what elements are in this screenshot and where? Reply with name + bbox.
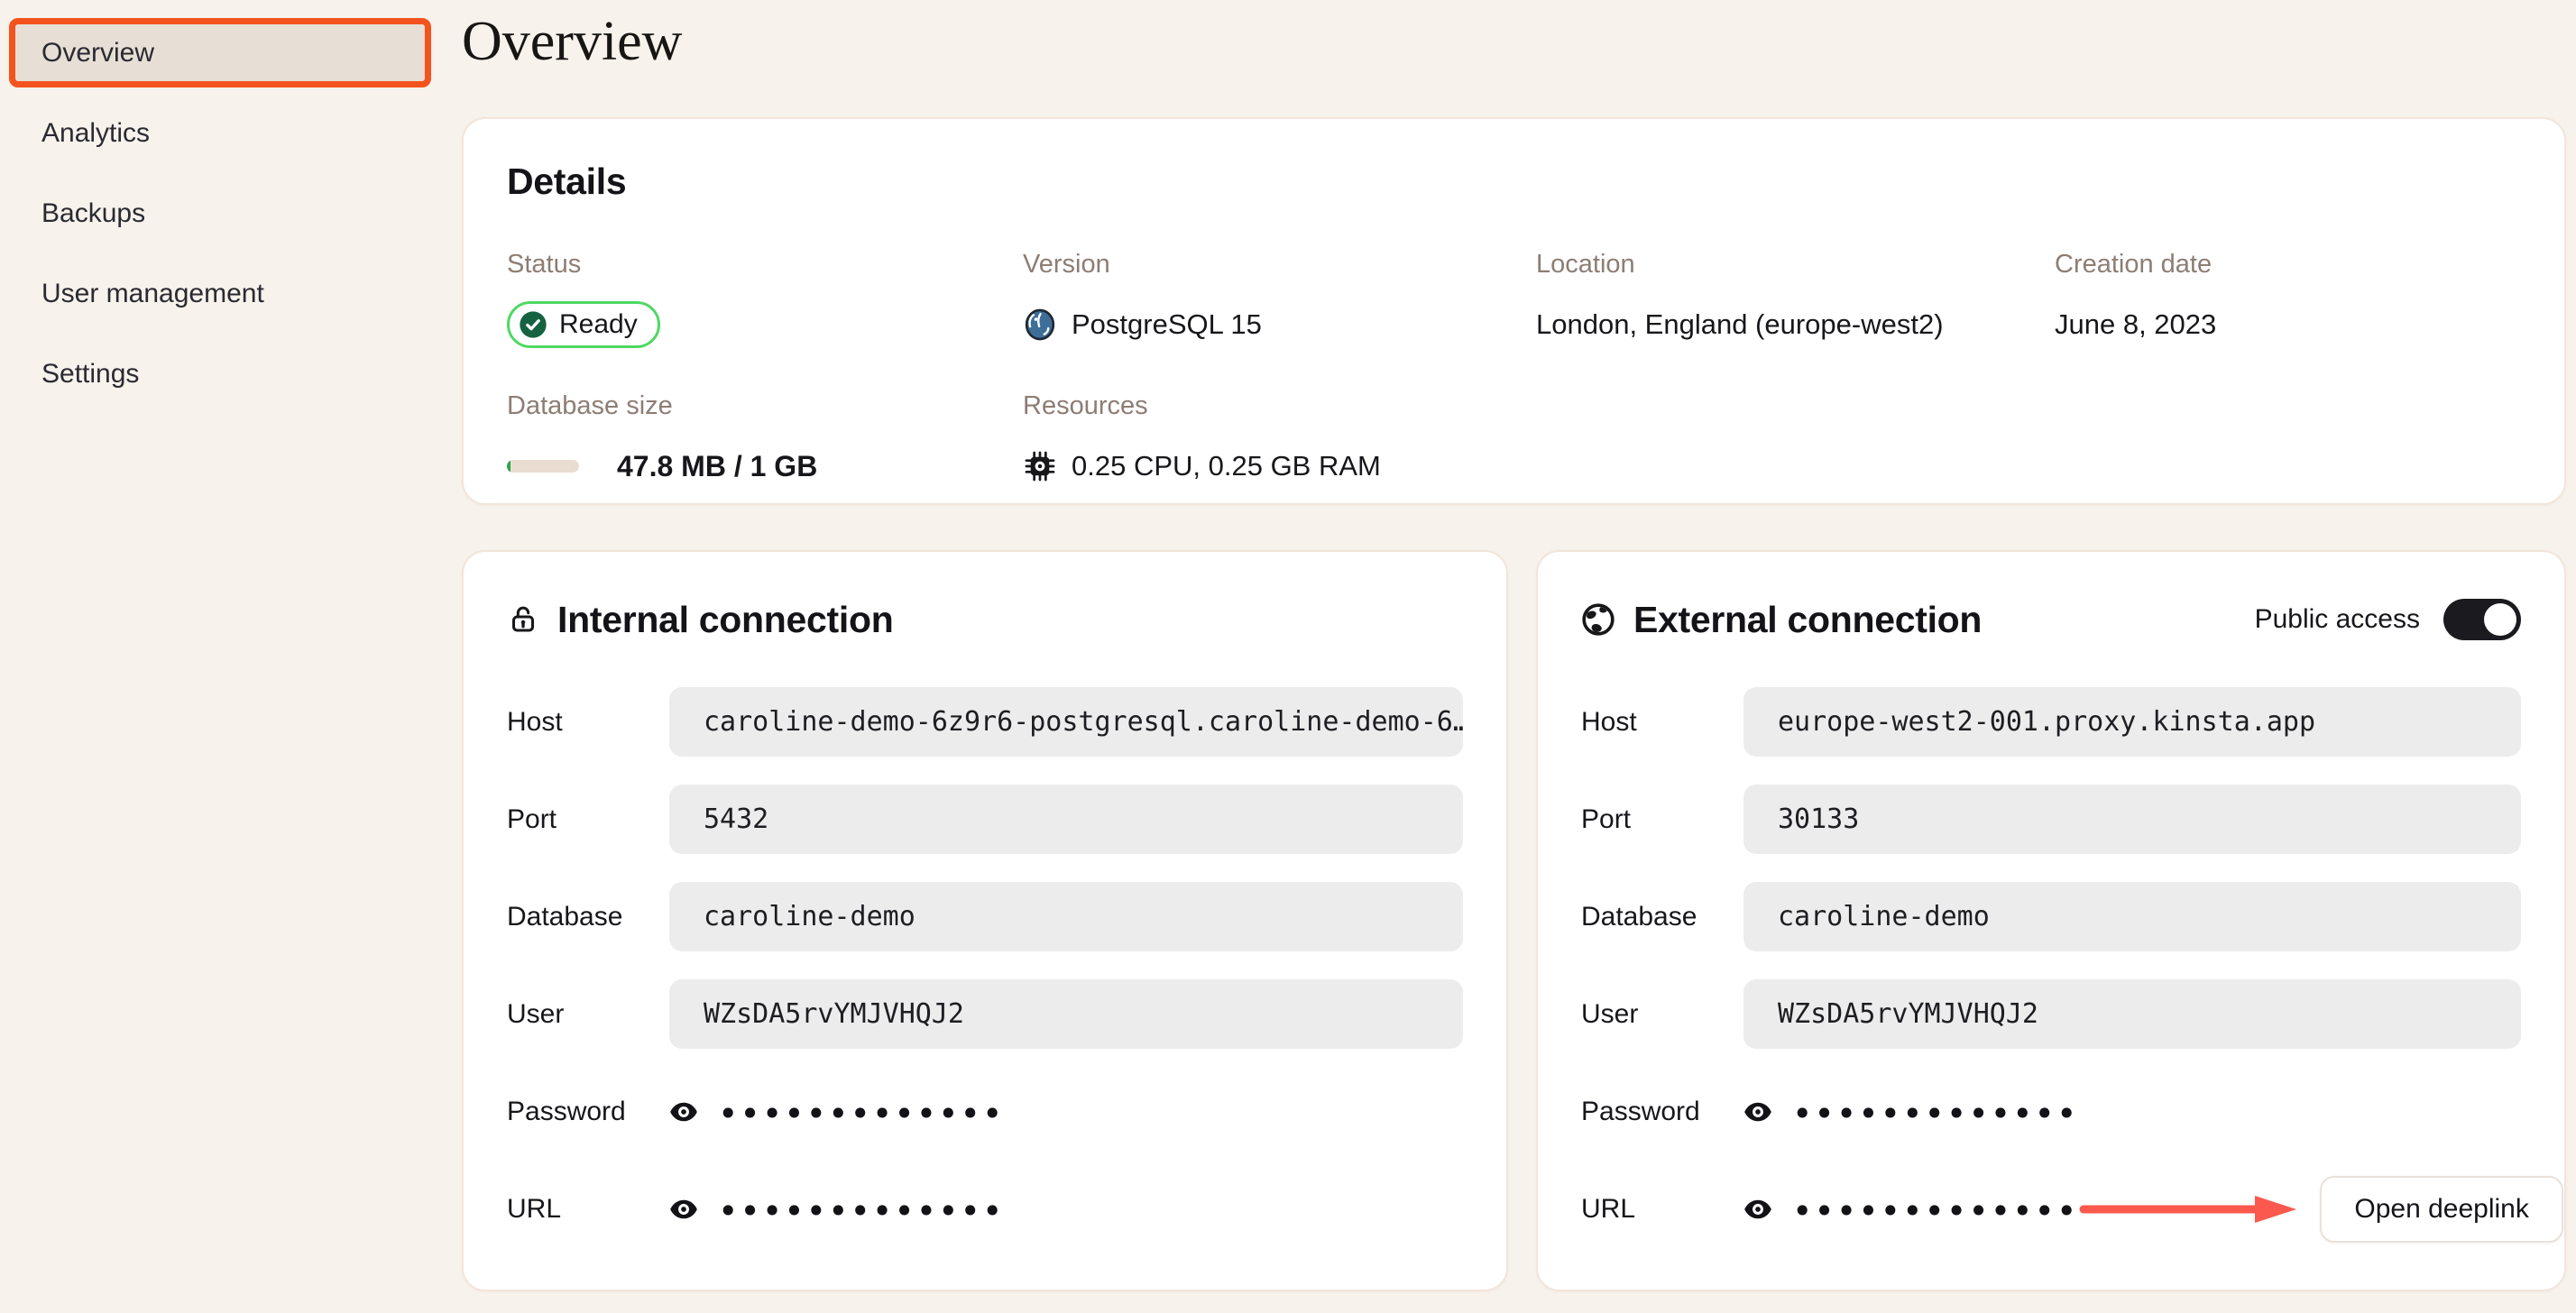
- status-badge: Ready: [507, 301, 660, 349]
- location-text: London, England (europe-west2): [1536, 308, 1944, 341]
- sidebar-item-overview[interactable]: Overview: [9, 18, 431, 87]
- internal-port-label: Port: [507, 803, 557, 834]
- internal-host-row: Host caroline-demo-6z9r6-postgresql.caro…: [507, 687, 1463, 758]
- internal-port-value[interactable]: 5432: [669, 785, 1463, 855]
- resources-text: 0.25 CPU, 0.25 GB RAM: [1072, 450, 1381, 482]
- public-access-label: Public access: [2254, 604, 2420, 635]
- internal-port-row: Port 5432: [507, 785, 1463, 855]
- status-label: Status: [507, 250, 582, 280]
- detail-database-size: Database size 47.8 MB / 1 GB: [507, 391, 1023, 490]
- external-port-label: Port: [1581, 803, 1632, 834]
- internal-database-value[interactable]: caroline-demo: [669, 882, 1463, 952]
- reveal-password-eye-icon[interactable]: [669, 1101, 698, 1123]
- external-database-value[interactable]: caroline-demo: [1743, 882, 2521, 952]
- cpu-chip-icon: [1023, 449, 1057, 483]
- external-url-masked-value: •••••••••••••: [1792, 1190, 2079, 1231]
- internal-password-row: Password •••••••••••••: [507, 1077, 1463, 1146]
- reveal-url-eye-icon[interactable]: [1743, 1198, 1772, 1220]
- external-port-value[interactable]: 30133: [1743, 785, 2521, 855]
- creation-date-label: Creation date: [2055, 250, 2213, 280]
- lock-icon: [507, 603, 539, 636]
- status-text: Ready: [559, 309, 638, 340]
- details-card: Details Status Ready Version PostgreSQL …: [462, 117, 2566, 506]
- internal-user-value[interactable]: WZsDA5rvYMJVHQJ2: [669, 979, 1463, 1050]
- external-url-label: URL: [1581, 1193, 1636, 1224]
- version-label: Version: [1023, 250, 1110, 280]
- external-host-label: Host: [1581, 706, 1637, 737]
- internal-connection-heading: Internal connection: [557, 598, 894, 640]
- sidebar-item-backups[interactable]: Backups: [0, 179, 451, 248]
- internal-password-masked-value: •••••••••••••: [718, 1093, 1005, 1134]
- internal-user-row: User WZsDA5rvYMJVHQJ2: [507, 979, 1463, 1050]
- detail-version: Version PostgreSQL 15: [1023, 250, 1536, 348]
- reveal-password-eye-icon[interactable]: [1743, 1101, 1772, 1123]
- detail-resources: Resources 0.25 CPU, 0.25 GB RAM: [1023, 391, 1536, 490]
- toggle-knob: [2484, 603, 2516, 637]
- sidebar-item-user-management[interactable]: User management: [0, 259, 451, 328]
- external-url-row: URL ••••••••••••• Open deeplink: [1581, 1174, 2563, 1244]
- external-password-label: Password: [1581, 1096, 1700, 1126]
- internal-host-value[interactable]: caroline-demo-6z9r6-postgresql.caroline-…: [669, 687, 1463, 758]
- external-host-row: Host europe-west2-001.proxy.kinsta.app: [1581, 687, 2521, 758]
- database-size-progressbar: [507, 460, 579, 473]
- internal-host-label: Host: [507, 706, 563, 737]
- detail-status: Status Ready: [507, 250, 1023, 349]
- database-size-progress-fill: [507, 460, 511, 473]
- resources-label: Resources: [1023, 391, 1148, 421]
- external-user-value[interactable]: WZsDA5rvYMJVHQJ2: [1743, 979, 2521, 1050]
- sidebar: Overview Analytics Backups User manageme…: [0, 0, 451, 419]
- external-connection-heading: External connection: [1633, 598, 1983, 640]
- external-password-row: Password •••••••••••••: [1581, 1077, 2521, 1146]
- internal-url-label: URL: [507, 1193, 562, 1224]
- creation-date-text: June 8, 2023: [2055, 308, 2217, 341]
- external-user-label: User: [1581, 998, 1639, 1029]
- internal-password-label: Password: [507, 1096, 626, 1126]
- internal-database-label: Database: [507, 901, 623, 932]
- external-connection-card: External connection Public access Host e…: [1536, 550, 2566, 1292]
- check-circle-icon: [519, 310, 547, 339]
- globe-icon: [1581, 602, 1615, 637]
- internal-url-masked-value: •••••••••••••: [718, 1190, 1005, 1231]
- internal-user-label: User: [507, 998, 565, 1029]
- reveal-url-eye-icon[interactable]: [669, 1198, 698, 1220]
- external-user-row: User WZsDA5rvYMJVHQJ2: [1581, 979, 2521, 1050]
- detail-location: Location London, England (europe-west2): [1536, 250, 2055, 348]
- sidebar-item-analytics[interactable]: Analytics: [0, 98, 451, 168]
- external-host-value[interactable]: europe-west2-001.proxy.kinsta.app: [1743, 687, 2521, 758]
- external-database-label: Database: [1581, 901, 1697, 932]
- external-port-row: Port 30133: [1581, 785, 2521, 855]
- sidebar-item-settings[interactable]: Settings: [0, 339, 451, 409]
- details-heading: Details: [507, 161, 627, 203]
- external-password-masked-value: •••••••••••••: [1792, 1093, 2079, 1134]
- location-label: Location: [1536, 250, 1635, 280]
- details-grid: Status Ready Version PostgreSQL 15 Locat…: [507, 250, 2521, 490]
- internal-connection-card: Internal connection Host caroline-demo-6…: [462, 550, 1508, 1292]
- version-text: PostgreSQL 15: [1072, 308, 1262, 341]
- external-database-row: Database caroline-demo: [1581, 882, 2521, 952]
- database-size-label: Database size: [507, 391, 673, 421]
- public-access-toggle[interactable]: [2443, 599, 2521, 641]
- postgresql-icon: [1023, 308, 1057, 342]
- database-size-text: 47.8 MB / 1 GB: [617, 449, 818, 482]
- internal-url-row: URL •••••••••••••: [507, 1174, 1463, 1244]
- main-content: Overview Details Status Ready Version Po…: [462, 0, 2566, 1292]
- connection-cards-row: Internal connection Host caroline-demo-6…: [462, 550, 2566, 1292]
- page-title: Overview: [462, 11, 683, 72]
- open-deeplink-button[interactable]: Open deeplink: [2320, 1175, 2563, 1243]
- internal-database-row: Database caroline-demo: [507, 882, 1463, 952]
- detail-creation-date: Creation date June 8, 2023: [2055, 250, 2521, 348]
- annotation-arrow-icon: [2078, 1191, 2304, 1227]
